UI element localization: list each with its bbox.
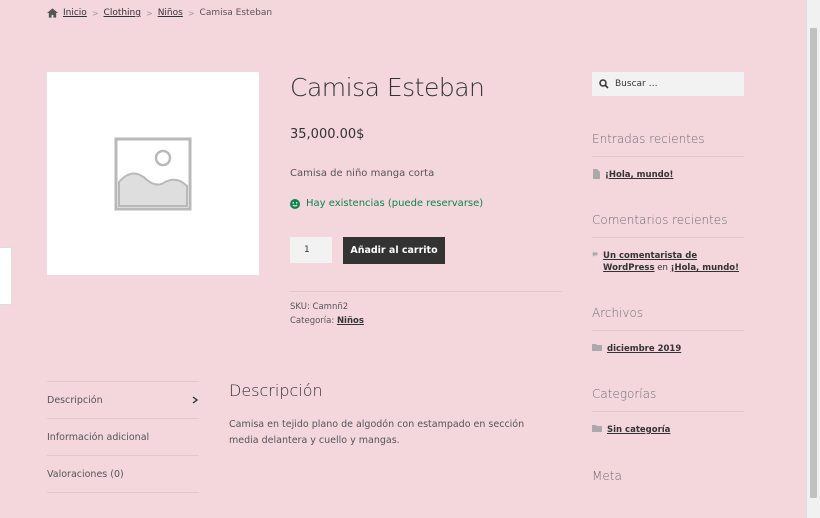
category-link[interactable]: Niños [337,316,364,326]
comment-on: en [657,263,668,273]
sku-label: SKU: [290,302,310,312]
recent-posts-title: Entradas recientes [592,132,705,146]
image-placeholder-icon [114,137,192,210]
tab-label: Información adicional [47,431,150,443]
smile-icon [290,198,300,209]
tab-label: Descripción [47,394,103,406]
product-price: 35,000.00$ [290,127,365,142]
tab-label: Valoraciones (0) [47,468,124,480]
comment-text: Un comentarista de WordPress en ¡Hola, m… [603,250,744,274]
divider [592,411,744,412]
breadcrumb-separator: > [145,8,153,18]
description-text: Camisa en tejido plano de algodón con es… [229,419,525,446]
tab-reviews[interactable]: Valoraciones (0) [47,455,199,493]
recent-post-item: ¡Hola, mundo! [592,169,744,181]
categories-title: Categorías [592,387,657,401]
breadcrumb-clothing[interactable]: Clothing [104,8,141,18]
scrollbar[interactable] [806,0,820,518]
breadcrumb-home[interactable]: Inicio [63,8,87,18]
short-description: Camisa de niño manga corta [290,168,435,179]
document-icon [593,169,600,179]
category-line: Categoría: Niños [290,316,364,326]
sku-value: Camnñ2 [312,302,349,312]
meta-title: Meta [592,469,622,483]
home-icon [47,8,58,18]
archive-link[interactable]: diciembre 2019 [607,343,681,355]
description-title: Descripción [229,381,323,400]
search-icon [599,79,609,89]
search-placeholder: Buscar … [615,79,658,89]
comment-post-link[interactable]: ¡Hola, mundo! [671,263,739,273]
product-title: Camisa Esteban [290,73,485,102]
scrollbar-thumb[interactable] [810,28,817,498]
archive-item: diciembre 2019 [592,343,744,355]
folder-icon [592,425,602,432]
stock-text: Hay existencias (puede reservarse) [306,198,484,209]
stock-status: Hay existencias (puede reservarse) [290,198,483,209]
breadcrumb-ninos[interactable]: Niños [158,8,183,18]
quantity-input[interactable] [290,237,332,263]
sidebar-category-link[interactable]: Sin categoría [607,424,670,436]
divider [592,156,744,157]
breadcrumb-current: Camisa Esteban [199,8,273,18]
archives-title: Archivos [592,306,644,320]
chevron-right-icon [192,396,199,404]
divider [592,330,744,331]
folder-icon [592,344,602,351]
category-item: Sin categoría [592,424,744,436]
side-tab[interactable] [0,247,12,305]
sidebar: Buscar … Entradas recientes ¡Hola, mundo… [592,72,744,483]
breadcrumb-separator: > [91,8,99,18]
product-image[interactable] [47,72,259,275]
category-label: Categoría: [290,316,335,326]
comment-icon [592,252,598,257]
divider [592,237,744,238]
tab-description[interactable]: Descripción [47,381,199,418]
sku-line: SKU: Camnñ2 [290,302,348,312]
breadcrumb: Inicio > Clothing > Niños > Camisa Esteb… [47,8,272,18]
recent-post-link[interactable]: ¡Hola, mundo! [605,169,673,181]
tab-additional-info[interactable]: Información adicional [47,418,199,455]
product-tabs: Descripción Información adicional Valora… [47,381,199,493]
add-to-cart-button[interactable]: Añadir al carrito [343,237,445,264]
search-input[interactable]: Buscar … [592,72,744,96]
recent-comment-item: Un comentarista de WordPress en ¡Hola, m… [592,250,744,274]
breadcrumb-separator: > [187,8,195,18]
recent-comments-title: Comentarios recientes [592,213,728,227]
divider [290,291,562,292]
